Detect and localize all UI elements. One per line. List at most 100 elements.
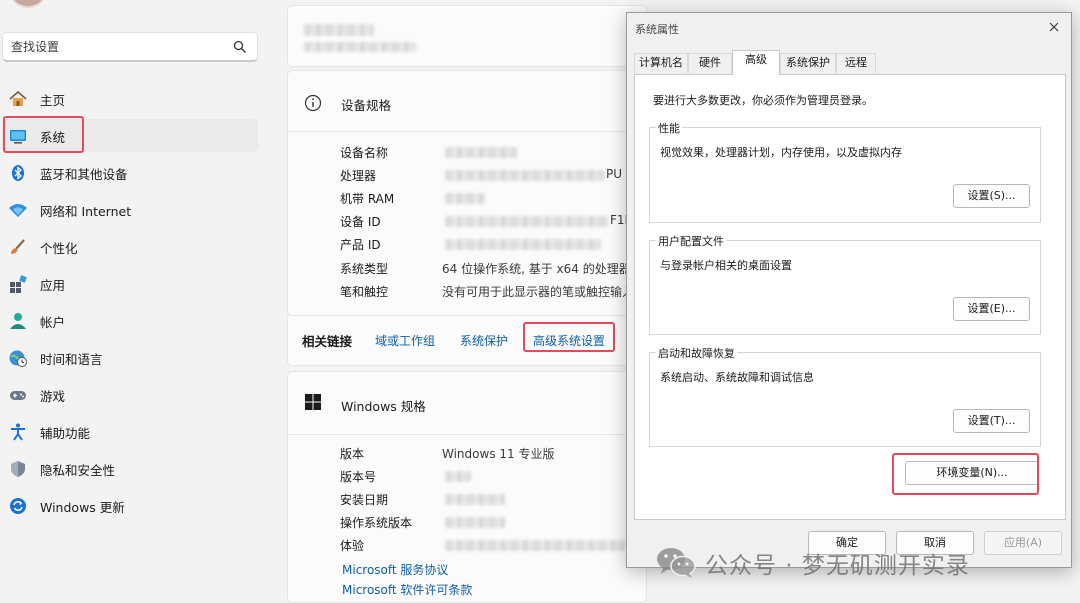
group-startup-recovery: 启动和故障恢复 系统启动、系统故障和调试信息 设置(T)...: [649, 345, 1041, 447]
sidebar-item-label: Windows 更新: [40, 500, 125, 515]
link-ms-license-terms[interactable]: Microsoft 软件许可条款: [342, 581, 472, 598]
network-icon: [9, 204, 27, 217]
watermark-text: 公众号 · 梦无矶测开实录: [705, 553, 970, 579]
search-box[interactable]: [2, 32, 258, 62]
sidebar-item-label: 主页: [40, 93, 66, 108]
highlight-box-advanced-settings: [523, 322, 615, 352]
group-label: 性能: [656, 120, 682, 136]
blurred-value: [445, 517, 505, 528]
sidebar-item-label: 时间和语言: [40, 352, 103, 367]
tab-advanced[interactable]: 高级: [732, 50, 780, 75]
windows-spec-title: Windows 规格: [341, 399, 426, 414]
group-description: 视觉效果，处理器计划，内存使用，以及虚拟内存: [660, 146, 902, 159]
blurred-value: [445, 170, 605, 181]
spec-label: 机带 RAM: [340, 192, 395, 206]
advanced-tab-panel: 要进行大多数更改，你必须作为管理员登录。 性能 视觉效果，处理器计划，内存使用，…: [634, 74, 1066, 520]
close-icon[interactable]: [1046, 19, 1062, 35]
home-icon: [9, 90, 27, 106]
tab-remote[interactable]: 远程: [836, 53, 876, 73]
shield-icon: [11, 461, 25, 477]
group-label: 用户配置文件: [656, 233, 726, 249]
spec-label: 版本号: [340, 470, 377, 484]
sidebar-item-bluetooth[interactable]: 蓝牙和其他设备: [2, 156, 258, 189]
blurred-value: [445, 494, 505, 505]
sidebar-item-privacy[interactable]: 隐私和安全性: [2, 452, 258, 485]
windows-logo-icon: [305, 394, 321, 410]
group-user-profiles: 用户配置文件 与登录帐户相关的桌面设置 设置(E)...: [649, 233, 1041, 335]
device-header-card: [287, 5, 647, 67]
update-icon: [10, 498, 26, 514]
group-performance: 性能 视觉效果，处理器计划，内存使用，以及虚拟内存 设置(S)...: [649, 120, 1041, 223]
device-spec-title: 设备规格: [341, 98, 392, 113]
search-input[interactable]: [11, 38, 221, 56]
blurred-value: [445, 193, 485, 204]
related-links-title: 相关链接: [302, 334, 353, 349]
tab-hardware[interactable]: 硬件: [688, 53, 732, 73]
sidebar-item-network[interactable]: 网络和 Internet: [2, 193, 258, 226]
performance-settings-button[interactable]: 设置(S)...: [953, 184, 1030, 208]
sidebar-item-apps[interactable]: 应用: [2, 267, 258, 300]
highlight-box-env-vars: [892, 453, 1039, 495]
spec-label: 版本: [340, 447, 365, 461]
sidebar-item-label: 网络和 Internet: [40, 204, 132, 219]
avatar[interactable]: [10, 0, 46, 8]
startup-recovery-settings-button[interactable]: 设置(T)...: [953, 409, 1030, 433]
blurred-value: [445, 147, 517, 158]
user-profiles-settings-button[interactable]: 设置(E)...: [953, 297, 1030, 321]
gamepad-icon: [10, 391, 26, 400]
spec-label: 产品 ID: [340, 238, 381, 252]
spec-label: 系统类型: [340, 262, 389, 276]
wechat-logo-icon: [657, 548, 696, 578]
blurred-value: [445, 471, 471, 482]
blurred-device-model: [304, 42, 416, 52]
link-domain-workgroup[interactable]: 域或工作组: [375, 332, 435, 349]
sidebar-item-label: 辅助功能: [40, 426, 91, 441]
sidebar-item-label: 蓝牙和其他设备: [40, 167, 128, 182]
admin-note: 要进行大多数更改，你必须作为管理员登录。: [653, 94, 873, 107]
info-icon: [304, 94, 322, 112]
spec-label: 笔和触控: [340, 285, 389, 299]
sidebar-item-accessibility[interactable]: 辅助功能: [2, 415, 258, 448]
apply-button[interactable]: 应用(A): [984, 531, 1062, 555]
globe-clock-icon: [9, 350, 27, 367]
sidebar-item-label: 个性化: [40, 241, 78, 256]
spec-value: 64 位操作系统, 基于 x64 的处理器: [442, 262, 626, 276]
blurred-device-name: [304, 24, 374, 36]
system-properties-dialog: 系统属性 计算机名 硬件 高级 系统保护 远程 要进行大多数更改，你必须作为管理…: [626, 12, 1072, 568]
sidebar-item-label: 隐私和安全性: [40, 463, 116, 478]
highlight-box-system: [3, 116, 84, 153]
group-description: 系统启动、系统故障和调试信息: [660, 371, 814, 384]
spec-label: 设备名称: [340, 146, 389, 160]
divider: [288, 434, 646, 435]
spec-value: 没有可用于此显示器的笔或触控输入: [442, 285, 626, 299]
settings-sidebar: 主页 系统 蓝牙和其他设备 网络和 Internet 个性化: [0, 0, 270, 603]
tab-system-protection[interactable]: 系统保护: [780, 53, 836, 73]
divider: [288, 131, 646, 132]
group-description: 与登录帐户相关的桌面设置: [660, 259, 792, 272]
link-system-protection[interactable]: 系统保护: [460, 332, 508, 349]
sidebar-item-home[interactable]: 主页: [2, 82, 258, 115]
spec-label: 设备 ID: [340, 215, 381, 229]
blurred-value: [445, 239, 601, 250]
sidebar-item-personalization[interactable]: 个性化: [2, 230, 258, 263]
sidebar-item-accounts[interactable]: 帐户: [2, 304, 258, 337]
sidebar-item-label: 帐户: [40, 315, 66, 330]
spec-value: PU: [606, 167, 623, 181]
group-label: 启动和故障恢复: [656, 345, 737, 361]
link-ms-service-agreement[interactable]: Microsoft 服务协议: [342, 561, 448, 578]
spec-label: 操作系统版本: [340, 516, 413, 530]
sidebar-item-time-language[interactable]: 时间和语言: [2, 341, 258, 374]
account-icon: [10, 313, 26, 329]
tab-computer-name[interactable]: 计算机名: [634, 53, 688, 73]
sidebar-item-label: 应用: [40, 278, 66, 293]
brush-icon: [11, 239, 25, 254]
bluetooth-icon: [12, 165, 24, 181]
accessibility-icon: [11, 423, 25, 441]
sidebar-item-windows-update[interactable]: Windows 更新: [2, 489, 258, 522]
sidebar-item-label: 游戏: [40, 389, 66, 404]
search-icon[interactable]: [233, 40, 247, 54]
sidebar-item-gaming[interactable]: 游戏: [2, 378, 258, 411]
dialog-title: 系统属性: [635, 23, 679, 36]
spec-label: 体验: [340, 539, 365, 553]
spec-value: Windows 11 专业版: [442, 447, 555, 461]
